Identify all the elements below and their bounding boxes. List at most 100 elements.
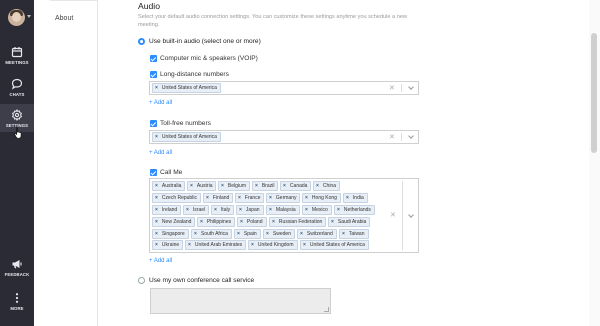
remove-tag-icon[interactable]: × [305,195,308,201]
country-tag: × Sweden [263,229,295,239]
builtin-audio-label: Use built-in audio (select one or more) [149,38,261,45]
own-service-textarea[interactable] [150,288,331,314]
long-distance-checkbox[interactable] [150,71,157,78]
remove-tag-icon[interactable]: × [194,231,197,237]
country-tag: × Brazil [252,181,279,191]
call-me-add-all[interactable]: + Add all [149,258,172,264]
remove-tag-icon[interactable]: × [272,219,275,225]
chevron-down-icon[interactable] [408,133,414,139]
resize-grip-icon[interactable] [324,307,329,312]
section-title: Audio [138,1,160,11]
clear-icon[interactable]: ✕ [389,85,395,92]
country-tag: × Japan [236,205,264,215]
rail-item-chats[interactable]: CHATS [0,73,34,101]
remove-tag-icon[interactable]: × [255,183,258,189]
remove-tag-icon[interactable]: × [238,195,241,201]
tag-label: Japan [245,207,260,213]
toll-free-select[interactable]: × United States of America ✕ [149,130,419,144]
remove-tag-icon[interactable]: × [337,207,340,213]
remove-tag-icon[interactable]: × [155,85,158,91]
toll-free-label: Toll-free numbers [160,120,211,127]
remove-tag-icon[interactable]: × [200,219,203,225]
tag-label: Finland [212,195,230,201]
tag-label: Singapore [161,231,185,237]
country-tag: × Poland [237,217,267,227]
rail-item-label: MORE [10,305,24,311]
remove-tag-icon[interactable]: × [240,219,243,225]
remove-tag-icon[interactable]: × [221,183,224,189]
tag-label: Hong Kong [311,195,337,201]
calendar-icon [11,46,23,57]
remove-tag-icon[interactable]: × [214,207,217,213]
remove-tag-icon[interactable]: × [269,207,272,213]
country-tag: × Taiwan [339,229,369,239]
country-tag: × Hong Kong [302,193,341,203]
country-tag: × United States of America [300,240,369,250]
divider [50,0,98,1]
settings-subnav [34,0,98,326]
long-distance-label: Long-distance numbers [160,71,229,78]
remove-tag-icon[interactable]: × [316,183,319,189]
subnav-item-about[interactable]: About [55,15,73,22]
remove-tag-icon[interactable]: × [346,195,349,201]
country-tag: × Mexico [302,205,332,215]
rail-item-meetings[interactable]: MEETINGS [0,41,34,69]
rail-item-label: CHATS [9,91,25,97]
long-distance-select[interactable]: × United States of America ✕ [149,81,419,95]
remove-tag-icon[interactable]: × [266,231,269,237]
country-tag: × United Arab Emirates [185,240,247,250]
country-tag: × Czech Republic [152,193,201,203]
more-vertical-icon [15,292,19,303]
remove-tag-icon[interactable]: × [155,134,158,140]
tag-label: Spain [243,231,257,237]
rail-item-more[interactable]: MORE [0,287,34,315]
clear-icon[interactable]: ✕ [389,134,395,141]
remove-tag-icon[interactable]: × [206,195,209,201]
remove-tag-icon[interactable]: × [342,231,345,237]
remove-tag-icon[interactable]: × [331,219,334,225]
remove-tag-icon[interactable]: × [155,242,158,248]
megaphone-icon [12,259,22,268]
remove-tag-icon[interactable]: × [155,183,158,189]
remove-tag-icon[interactable]: × [186,207,189,213]
call-me-select[interactable]: ✕ × Australia × Austria × Belgium × Brazil × Cana… [149,178,419,253]
long-distance-add-all[interactable]: + Add all [149,100,172,106]
remove-tag-icon[interactable]: × [269,195,272,201]
chevron-down-icon[interactable] [27,15,31,18]
tag-label: Switzerland [306,231,333,237]
remove-tag-icon[interactable]: × [155,231,158,237]
clear-icon[interactable]: ✕ [390,212,396,219]
remove-tag-icon[interactable]: × [188,242,191,248]
own-service-radio[interactable] [138,277,145,284]
rail-item-feedback[interactable]: FEEDBACK [0,253,34,281]
remove-tag-icon[interactable]: × [155,219,158,225]
country-tag: × Finland [203,193,234,203]
remove-tag-icon[interactable]: × [283,183,286,189]
remove-tag-icon[interactable]: × [190,183,193,189]
country-tag: × New Zealand [152,217,196,227]
country-tag: × United Kingdom [248,240,298,250]
tag-label: South Africa [200,231,228,237]
tag-label: China [322,183,336,189]
tag-label: United Arab Emirates [194,242,243,248]
scrollbar-thumb[interactable] [591,33,597,153]
remove-tag-icon[interactable]: × [239,207,242,213]
tag-label: United States of America [161,134,217,140]
remove-tag-icon[interactable]: × [305,207,308,213]
remove-tag-icon[interactable]: × [251,242,254,248]
builtin-audio-radio[interactable] [138,38,145,45]
avatar[interactable] [8,9,25,26]
toll-free-add-all[interactable]: + Add all [149,150,172,156]
voip-checkbox[interactable] [150,55,157,62]
chevron-down-icon[interactable] [408,212,414,218]
chevron-down-icon[interactable] [408,84,414,90]
remove-tag-icon[interactable]: × [237,231,240,237]
country-tag: × Ireland [152,205,182,215]
remove-tag-icon[interactable]: × [155,207,158,213]
call-me-checkbox[interactable] [150,169,157,176]
remove-tag-icon[interactable]: × [300,231,303,237]
call-me-label: Call Me [160,169,183,176]
remove-tag-icon[interactable]: × [303,242,306,248]
remove-tag-icon[interactable]: × [155,195,158,201]
toll-free-checkbox[interactable] [150,120,157,127]
